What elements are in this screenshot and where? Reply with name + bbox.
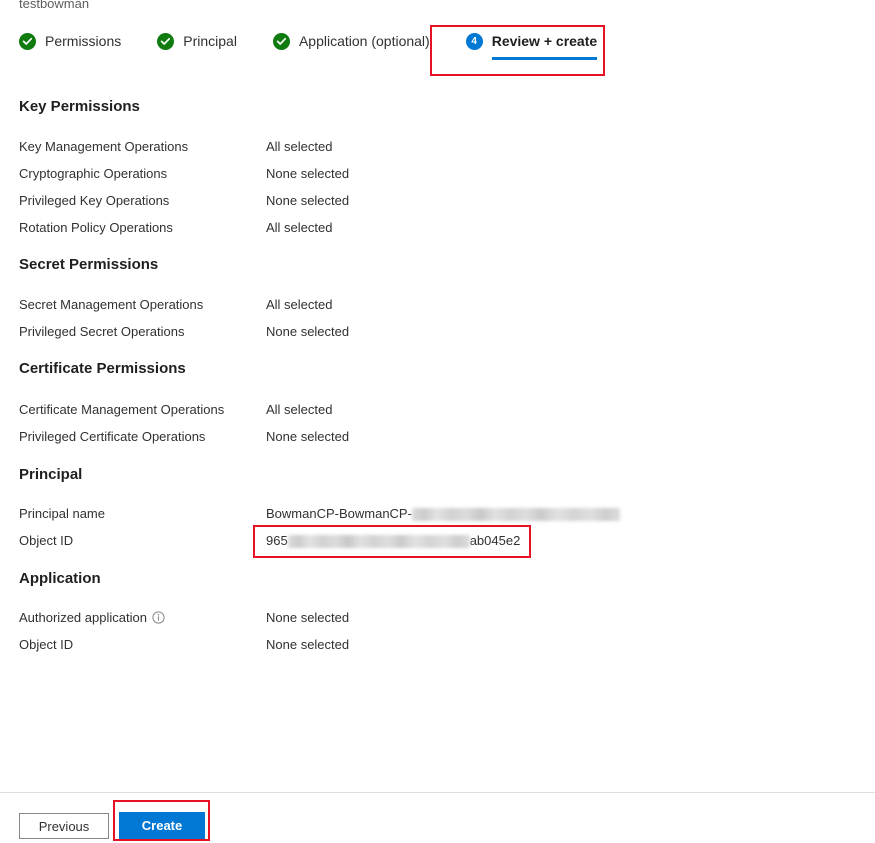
footer-divider xyxy=(0,792,875,793)
tab-label: Review + create xyxy=(491,33,598,49)
tab-label: Permissions xyxy=(45,33,122,49)
tab-underline xyxy=(491,57,598,60)
row-privileged-certificate-operations: Privileged Certificate Operations None s… xyxy=(19,427,859,447)
row-authorized-application: Authorized application None selected xyxy=(19,608,859,628)
section-title-application: Application xyxy=(19,570,101,587)
row-label-text: Authorized application xyxy=(19,610,147,625)
wizard-tab-bar: Permissions Principal Application (optio… xyxy=(19,32,598,76)
row-label: Cryptographic Operations xyxy=(19,166,168,181)
row-label: Privileged Key Operations xyxy=(19,193,170,208)
check-icon xyxy=(157,33,175,50)
tab-application-optional[interactable]: Application (optional) xyxy=(272,32,430,64)
redacted-blur xyxy=(411,508,620,521)
row-label: Object ID xyxy=(19,637,74,652)
row-certificate-management-operations: Certificate Management Operations All se… xyxy=(19,400,859,420)
row-label: Key Management Operations xyxy=(19,139,189,154)
row-privileged-key-operations: Privileged Key Operations None selected xyxy=(19,191,859,211)
row-value: 965 ab045e2 xyxy=(266,531,520,551)
row-value: BowmanCP-BowmanCP- xyxy=(266,504,620,524)
section-title-certificate-permissions: Certificate Permissions xyxy=(19,360,186,377)
row-value: All selected xyxy=(266,402,333,417)
object-id-prefix-text: 965 xyxy=(266,533,288,548)
tab-label: Principal xyxy=(183,33,237,49)
row-value: None selected xyxy=(266,324,350,339)
row-label: Privileged Certificate Operations xyxy=(19,429,206,444)
tab-label: Application (optional) xyxy=(298,33,430,49)
row-value: None selected xyxy=(266,610,350,625)
create-button[interactable]: Create xyxy=(119,812,205,839)
row-value: None selected xyxy=(266,637,350,652)
tab-principal[interactable]: Principal xyxy=(157,32,237,64)
step-number-badge: 4 xyxy=(465,33,483,50)
tab-review-create[interactable]: 4 Review + create xyxy=(465,32,598,64)
section-title-secret-permissions: Secret Permissions xyxy=(19,256,159,273)
section-title-principal: Principal xyxy=(19,466,83,483)
row-value: All selected xyxy=(266,139,333,154)
row-label: Certificate Management Operations xyxy=(19,402,225,417)
row-label: Secret Management Operations xyxy=(19,297,204,312)
previous-button[interactable]: Previous xyxy=(19,813,109,839)
row-cryptographic-operations: Cryptographic Operations None selected xyxy=(19,164,859,184)
check-icon xyxy=(19,33,36,50)
row-principal-object-id: Object ID 965 ab045e2 xyxy=(19,531,859,551)
check-icon xyxy=(272,33,290,50)
row-label: Object ID xyxy=(19,533,74,548)
row-label: Authorized application xyxy=(19,608,165,630)
row-principal-name: Principal name BowmanCP-BowmanCP- xyxy=(19,504,859,524)
row-value: None selected xyxy=(266,193,350,208)
row-value: All selected xyxy=(266,297,333,312)
object-id-suffix-text: ab045e2 xyxy=(469,533,521,548)
row-secret-management-operations: Secret Management Operations All selecte… xyxy=(19,295,859,315)
info-icon[interactable] xyxy=(152,610,165,630)
row-application-object-id: Object ID None selected xyxy=(19,635,859,655)
row-label: Rotation Policy Operations xyxy=(19,220,173,235)
row-label: Privileged Secret Operations xyxy=(19,324,185,339)
row-key-management-operations: Key Management Operations All selected xyxy=(19,137,859,157)
redacted-blur xyxy=(287,535,470,548)
section-title-key-permissions: Key Permissions xyxy=(19,98,140,115)
row-value: All selected xyxy=(266,220,333,235)
row-value: None selected xyxy=(266,429,350,444)
row-rotation-policy-operations: Rotation Policy Operations All selected xyxy=(19,218,859,238)
row-label: Principal name xyxy=(19,506,105,521)
row-value: None selected xyxy=(266,166,350,181)
resource-name: testbowman xyxy=(19,0,90,11)
tab-permissions[interactable]: Permissions xyxy=(19,32,121,64)
principal-name-visible-text: BowmanCP-BowmanCP- xyxy=(266,506,412,521)
row-privileged-secret-operations: Privileged Secret Operations None select… xyxy=(19,322,859,342)
